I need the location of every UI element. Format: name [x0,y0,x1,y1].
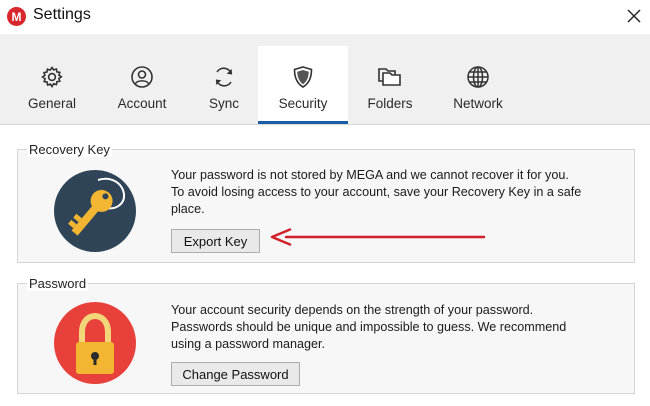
red-arrow-annotation [270,228,486,246]
password-desc-line-1: Your account security depends on the str… [171,303,534,317]
tab-label: Security [278,96,328,111]
window-title: Settings [33,6,91,23]
close-button[interactable] [620,3,648,29]
recovery-desc-line-1: Your password is not stored by MEGA and … [171,168,569,182]
recovery-key-description: Your password is not stored by MEGA and … [171,167,581,218]
key-icon [54,170,136,252]
padlock-icon [54,302,136,384]
password-label: Password [27,276,89,291]
tab-label: Network [453,96,503,111]
sync-icon [211,64,237,90]
recovery-desc-line-2: To avoid losing access to your account, … [171,185,582,199]
gear-icon [39,64,65,90]
mega-logo-icon: M [7,7,26,26]
tab-network[interactable]: Network [445,46,511,124]
globe-icon [465,64,491,90]
recovery-key-label: Recovery Key [27,142,112,157]
tab-bar: General Account Sync Security Folders Ne… [0,34,650,124]
tab-sync[interactable]: Sync [192,46,256,124]
tab-label: Account [117,96,167,111]
tab-security[interactable]: Security [258,46,348,124]
password-desc-line-3: using a password manager. [171,337,326,351]
password-desc-line-2: Passwords should be unique and impossibl… [171,320,567,334]
export-key-button[interactable]: Export Key [171,229,260,253]
folders-icon [377,64,403,90]
recovery-desc-line-3: place. [171,202,205,216]
change-password-button[interactable]: Change Password [171,362,300,386]
close-icon [627,9,641,23]
tab-general[interactable]: General [20,46,84,124]
tab-label: Folders [367,96,413,111]
tab-label: General [27,96,77,111]
tab-label: Sync [208,96,239,111]
password-description: Your account security depends on the str… [171,302,566,353]
tab-bar-divider [0,124,650,125]
shield-icon [290,64,316,90]
title-bar: M Settings [0,0,650,34]
tab-folders[interactable]: Folders [358,46,422,124]
tab-account[interactable]: Account [110,46,174,124]
user-icon [129,64,155,90]
